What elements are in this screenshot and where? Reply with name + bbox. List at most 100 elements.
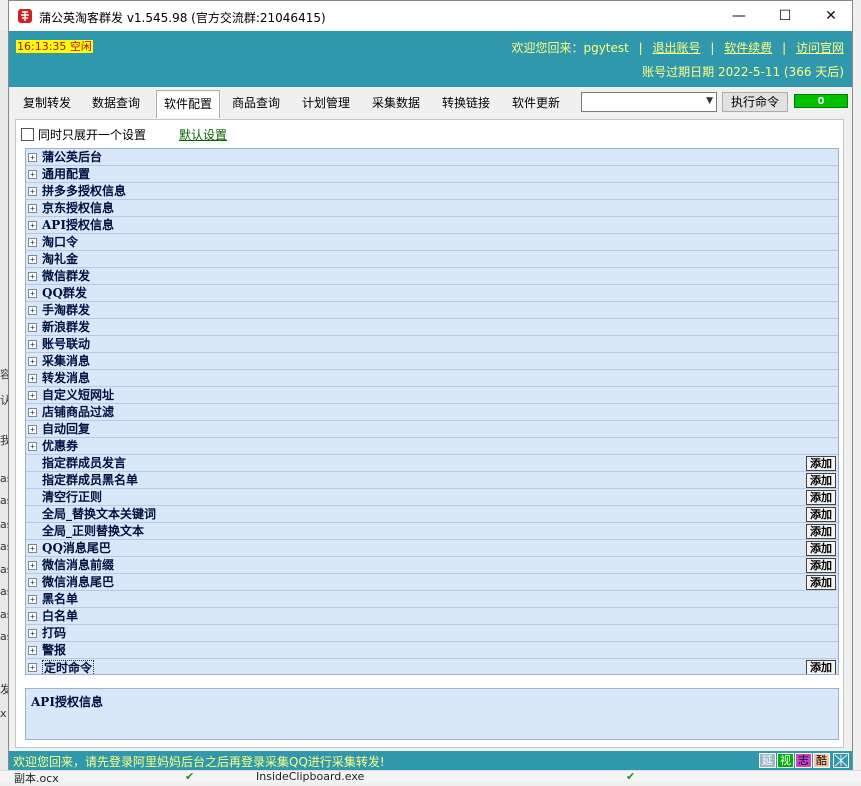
tab-copy-forward[interactable]: 复制转发 — [23, 94, 71, 111]
expand-icon[interactable]: + — [28, 306, 37, 315]
add-button[interactable]: 添加 — [806, 507, 836, 522]
tree-row[interactable]: + API授权信息 — [26, 217, 838, 234]
expand-icon[interactable]: + — [28, 629, 37, 638]
add-button[interactable]: 添加 — [806, 660, 836, 674]
tree-row[interactable]: + 白名单 — [26, 608, 838, 625]
expand-icon[interactable]: + — [28, 204, 37, 213]
tree-row[interactable]: 清空行正则 添加 — [26, 489, 838, 506]
tab-software-config[interactable]: 软件配置 — [156, 90, 221, 118]
tree-row[interactable]: 指定群成员黑名单 添加 — [26, 472, 838, 489]
tree-row[interactable]: + QQ消息尾巴 添加 — [26, 540, 838, 557]
expand-icon[interactable]: + — [28, 561, 37, 570]
status-badge[interactable]: 酷 — [813, 753, 830, 768]
tab-data-query[interactable]: 数据查询 — [92, 94, 140, 111]
official-site-link[interactable]: 访问官网 — [796, 41, 844, 55]
renew-link[interactable]: 软件续费 — [724, 41, 772, 55]
tree-row[interactable]: + 自定义短网址 — [26, 387, 838, 404]
tree-row[interactable]: + 自动回复 — [26, 421, 838, 438]
expand-icon[interactable]: + — [28, 153, 37, 162]
expand-icon[interactable]: + — [28, 425, 37, 434]
tree-row[interactable]: + 微信消息尾巴 添加 — [26, 574, 838, 591]
command-select[interactable]: ▼ — [581, 92, 717, 112]
expand-icon[interactable]: + — [28, 170, 37, 179]
expand-icon[interactable]: + — [28, 612, 37, 621]
status-badge[interactable]: 视 — [777, 753, 794, 768]
expand-icon[interactable]: + — [28, 357, 37, 366]
tree-row-label: 新浪群发 — [42, 320, 91, 334]
expand-icon[interactable]: + — [28, 646, 37, 655]
tab-product-query[interactable]: 商品查询 — [232, 94, 280, 111]
expand-one-label: 同时只展开一个设置 — [38, 128, 147, 142]
expand-icon[interactable]: + — [28, 340, 37, 349]
tree-row-label: 自动回复 — [42, 422, 91, 436]
tree-row[interactable]: + 采集消息 — [26, 353, 838, 370]
expand-icon[interactable]: + — [28, 272, 37, 281]
tree-row[interactable]: + QQ群发 — [26, 285, 838, 302]
expand-icon[interactable]: + — [28, 255, 37, 264]
add-button[interactable]: 添加 — [806, 575, 836, 590]
tree-row[interactable]: + 优惠券 — [26, 438, 838, 455]
expand-icon[interactable]: + — [28, 323, 37, 332]
execute-command-button[interactable]: 执行命令 — [722, 92, 788, 112]
minimize-button[interactable]: — — [716, 1, 762, 31]
tree-row[interactable]: + 通用配置 — [26, 166, 838, 183]
tree-row-label: QQ群发 — [42, 286, 87, 300]
tree-row[interactable]: + 微信群发 — [26, 268, 838, 285]
tree-row[interactable]: + 手淘群发 — [26, 302, 838, 319]
expand-one-option[interactable]: 同时只展开一个设置 — [21, 126, 146, 142]
expand-icon[interactable]: + — [28, 289, 37, 298]
expand-icon[interactable]: + — [28, 408, 37, 417]
expand-icon[interactable]: + — [28, 442, 37, 451]
tree-row[interactable]: + 账号联动 — [26, 336, 838, 353]
tab-collect-data[interactable]: 采集数据 — [372, 94, 420, 111]
expand-icon[interactable]: + — [28, 391, 37, 400]
tree-row[interactable]: + 拼多多授权信息 — [26, 183, 838, 200]
tree-row[interactable]: + 店铺商品过滤 — [26, 404, 838, 421]
close-button[interactable]: ✕ — [808, 1, 854, 31]
tree-row[interactable]: + 微信消息前缀 添加 — [26, 557, 838, 574]
tree-row[interactable]: + 定时命令 添加 — [26, 659, 838, 674]
tree-row[interactable]: + 淘口令 — [26, 234, 838, 251]
expand-icon[interactable]: + — [28, 221, 37, 230]
tab-plan-management[interactable]: 计划管理 — [302, 94, 350, 111]
expand-icon[interactable]: + — [28, 578, 37, 587]
expand-one-checkbox[interactable] — [21, 128, 34, 141]
add-button[interactable]: 添加 — [806, 524, 836, 539]
add-button[interactable]: 添加 — [806, 490, 836, 505]
resize-grid-icon[interactable] — [833, 753, 849, 768]
tree-row[interactable]: 全局_正则替换文本 添加 — [26, 523, 838, 540]
tree-row[interactable]: 指定群成员发言 添加 — [26, 455, 838, 472]
expand-icon[interactable]: + — [28, 187, 37, 196]
tree-row[interactable]: + 警报 — [26, 642, 838, 659]
add-button[interactable]: 添加 — [806, 541, 836, 556]
default-settings-link[interactable]: 默认设置 — [179, 126, 227, 143]
tree-row[interactable]: + 黑名单 — [26, 591, 838, 608]
tree-row[interactable]: + 转发消息 — [26, 370, 838, 387]
status-badge[interactable]: 延 — [759, 753, 776, 768]
title-bar[interactable]: 蒲公英淘客群发 v1.545.98 (官方交流群:21046415) — ☐ ✕ — [9, 1, 852, 31]
tree-row[interactable]: + 打码 — [26, 625, 838, 642]
expand-icon[interactable]: + — [28, 595, 37, 604]
expand-icon[interactable]: + — [28, 544, 37, 553]
tree-row[interactable]: + 淘礼金 — [26, 251, 838, 268]
dropdown-arrow-icon[interactable]: ▼ — [706, 96, 713, 106]
add-button[interactable]: 添加 — [806, 558, 836, 573]
expand-icon[interactable]: + — [28, 663, 37, 672]
tree-row[interactable]: + 蒲公英后台 — [26, 149, 838, 166]
expand-icon[interactable]: + — [28, 374, 37, 383]
maximize-button[interactable]: ☐ — [762, 1, 808, 31]
background-file-list: 副本.ocx ✔ InsideClipboard.exe ✔ — [0, 770, 861, 785]
tree-row[interactable]: 全局_替换文本关键词 添加 — [26, 506, 838, 523]
tab-software-update[interactable]: 软件更新 — [512, 94, 560, 111]
status-badges: 延视志酷 — [758, 753, 830, 768]
tree-row[interactable]: + 京东授权信息 — [26, 200, 838, 217]
status-badge[interactable]: 志 — [795, 753, 812, 768]
expand-icon[interactable]: + — [28, 238, 37, 247]
logout-link[interactable]: 退出账号 — [653, 41, 701, 55]
welcome-text: 欢迎您回来：pgytest — [511, 41, 629, 55]
tree-row[interactable]: + 新浪群发 — [26, 319, 838, 336]
tab-convert-link[interactable]: 转换链接 — [442, 94, 490, 111]
tree-row-label: 微信群发 — [42, 269, 91, 283]
add-button[interactable]: 添加 — [806, 456, 836, 471]
add-button[interactable]: 添加 — [806, 473, 836, 488]
